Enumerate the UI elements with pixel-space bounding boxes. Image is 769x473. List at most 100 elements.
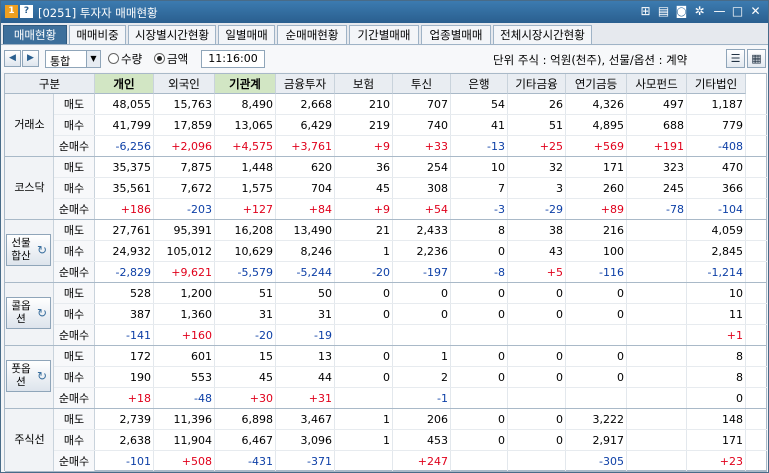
table-cell: 0 bbox=[556, 434, 563, 447]
group-toggle-button[interactable]: 풋옵션 ↻ bbox=[6, 360, 51, 392]
table-cell: 21 bbox=[376, 224, 390, 237]
table-cell: 1 bbox=[383, 245, 390, 258]
next-arrow-icon[interactable]: ▶ bbox=[22, 50, 39, 67]
group-toggle-button[interactable]: 콜옵션 ↻ bbox=[6, 297, 51, 329]
tab-2[interactable]: 매매비중 bbox=[69, 25, 126, 44]
gear-icon[interactable]: ✲ bbox=[692, 4, 707, 19]
refresh-icon[interactable]: ↻ bbox=[37, 243, 47, 257]
table-cell: 2 bbox=[441, 371, 448, 384]
camera-icon[interactable]: ◙ bbox=[674, 4, 689, 19]
table-cell: 7,875 bbox=[180, 161, 213, 174]
screen-number-badge[interactable]: 1 bbox=[5, 5, 18, 18]
table-cell: 0 bbox=[441, 308, 448, 321]
row-type-label: 매도 bbox=[54, 346, 95, 367]
table-cell bbox=[451, 325, 508, 345]
table-cell bbox=[566, 325, 627, 345]
table-cell: 620 bbox=[311, 161, 332, 174]
column-header[interactable]: 사모펀드 bbox=[627, 74, 687, 94]
table-cell: -104 bbox=[718, 203, 743, 216]
table-cell: 553 bbox=[191, 371, 212, 384]
table-cell: 1,360 bbox=[180, 308, 213, 321]
table-cell bbox=[627, 367, 687, 387]
table-cell: 0 bbox=[498, 350, 505, 363]
row-type-label: 매수 bbox=[54, 367, 95, 388]
tab-7[interactable]: 업종별매매 bbox=[421, 25, 491, 44]
table-cell: +25 bbox=[539, 140, 563, 153]
tab-1[interactable]: 매매현황 bbox=[3, 25, 67, 44]
table-cell: 366 bbox=[722, 182, 743, 195]
table-cell: 27,761 bbox=[112, 224, 152, 237]
table-cell bbox=[627, 262, 687, 282]
maximize-icon[interactable]: □ bbox=[730, 4, 745, 19]
table-cell: 0 bbox=[617, 350, 624, 363]
refresh-icon[interactable]: ↻ bbox=[37, 369, 47, 383]
row-type-label: 매도 bbox=[54, 409, 95, 430]
column-header[interactable]: 은행 bbox=[451, 74, 508, 94]
radio-amount[interactable]: 금액 bbox=[154, 51, 188, 67]
column-header[interactable]: 연기금등 bbox=[566, 74, 627, 94]
table-cell bbox=[451, 388, 508, 408]
table-cell: -305 bbox=[599, 455, 624, 468]
table-cell: +33 bbox=[424, 140, 448, 153]
time-input[interactable]: 11:16:00 bbox=[201, 50, 265, 68]
minimize-icon[interactable]: — bbox=[712, 4, 727, 19]
row-type-label: 매수 bbox=[54, 178, 95, 199]
table-cell: +508 bbox=[181, 455, 212, 468]
table-cell bbox=[508, 325, 566, 345]
close-icon[interactable]: ✕ bbox=[748, 4, 763, 19]
table-cell: -78 bbox=[666, 203, 684, 216]
grid-view-icon[interactable]: ▦ bbox=[747, 49, 766, 68]
table-cell: 497 bbox=[663, 98, 684, 111]
column-header[interactable]: 보험 bbox=[335, 74, 393, 94]
tab-3[interactable]: 시장별시간현황 bbox=[128, 25, 216, 44]
toolbar: ◀ ▶ 통합 ▼ 수량 금액 11:16:00 단위 주식 : 억원(천주), … bbox=[1, 46, 768, 72]
market-select-value: 통합 bbox=[50, 55, 71, 68]
prev-arrow-icon[interactable]: ◀ bbox=[4, 50, 21, 67]
print-icon[interactable]: ▤ bbox=[656, 4, 671, 19]
window-title: [0251] 투자자 매매현황 bbox=[38, 6, 158, 20]
table-cell: 0 bbox=[498, 413, 505, 426]
table-cell: 1 bbox=[383, 434, 390, 447]
link-icon[interactable]: ⊞ bbox=[638, 4, 653, 19]
table-cell bbox=[335, 388, 393, 408]
table-cell: 470 bbox=[722, 161, 743, 174]
chevron-down-icon[interactable]: ▼ bbox=[86, 51, 100, 67]
row-type-label: 매도 bbox=[54, 157, 95, 178]
table-cell: -197 bbox=[423, 266, 448, 279]
table-cell: 219 bbox=[369, 119, 390, 132]
column-header[interactable]: 개인 bbox=[95, 74, 154, 94]
refresh-icon[interactable]: ↻ bbox=[37, 306, 47, 320]
table-cell: 0 bbox=[556, 350, 563, 363]
table-cell: -48 bbox=[194, 392, 212, 405]
table-cell: 4,059 bbox=[711, 224, 744, 237]
column-header[interactable]: 기관계 bbox=[215, 74, 276, 94]
column-header[interactable]: 기타금융 bbox=[508, 74, 566, 94]
table-cell: 704 bbox=[311, 182, 332, 195]
table-cell: 1 bbox=[383, 413, 390, 426]
tab-4[interactable]: 일별매매 bbox=[218, 25, 275, 44]
table-cell: 1,200 bbox=[180, 287, 213, 300]
group-toggle-button[interactable]: 선물합산 ↻ bbox=[6, 234, 51, 266]
tab-6[interactable]: 기간별매매 bbox=[349, 25, 419, 44]
group-label: 주식선 bbox=[14, 433, 45, 446]
table-cell: 308 bbox=[427, 182, 448, 195]
table-cell: -1,214 bbox=[707, 266, 743, 279]
table-cell: 0 bbox=[498, 371, 505, 384]
table-cell: 171 bbox=[603, 161, 624, 174]
column-header[interactable]: 투신 bbox=[393, 74, 451, 94]
unit-text: 단위 주식 : 억원(천주), 선물/옵션 : 계약 bbox=[493, 53, 688, 67]
radio-quantity[interactable]: 수량 bbox=[108, 51, 142, 67]
column-header[interactable]: 금융투자 bbox=[276, 74, 335, 94]
table-cell: 38 bbox=[549, 224, 563, 237]
tab-8[interactable]: 전체시장시간현황 bbox=[493, 25, 592, 44]
row-type-label: 매수 bbox=[54, 430, 95, 451]
column-header[interactable]: 외국인 bbox=[154, 74, 215, 94]
market-select[interactable]: 통합 ▼ bbox=[45, 50, 101, 68]
help-icon[interactable]: ? bbox=[20, 5, 33, 18]
list-view-icon[interactable]: ☰ bbox=[726, 49, 745, 68]
table-cell: 4,326 bbox=[592, 98, 625, 111]
tab-5[interactable]: 순매매현황 bbox=[277, 25, 347, 44]
column-header[interactable]: 기타법인 bbox=[687, 74, 746, 94]
table-cell: 10,629 bbox=[234, 245, 274, 258]
table-cell: 0 bbox=[556, 287, 563, 300]
